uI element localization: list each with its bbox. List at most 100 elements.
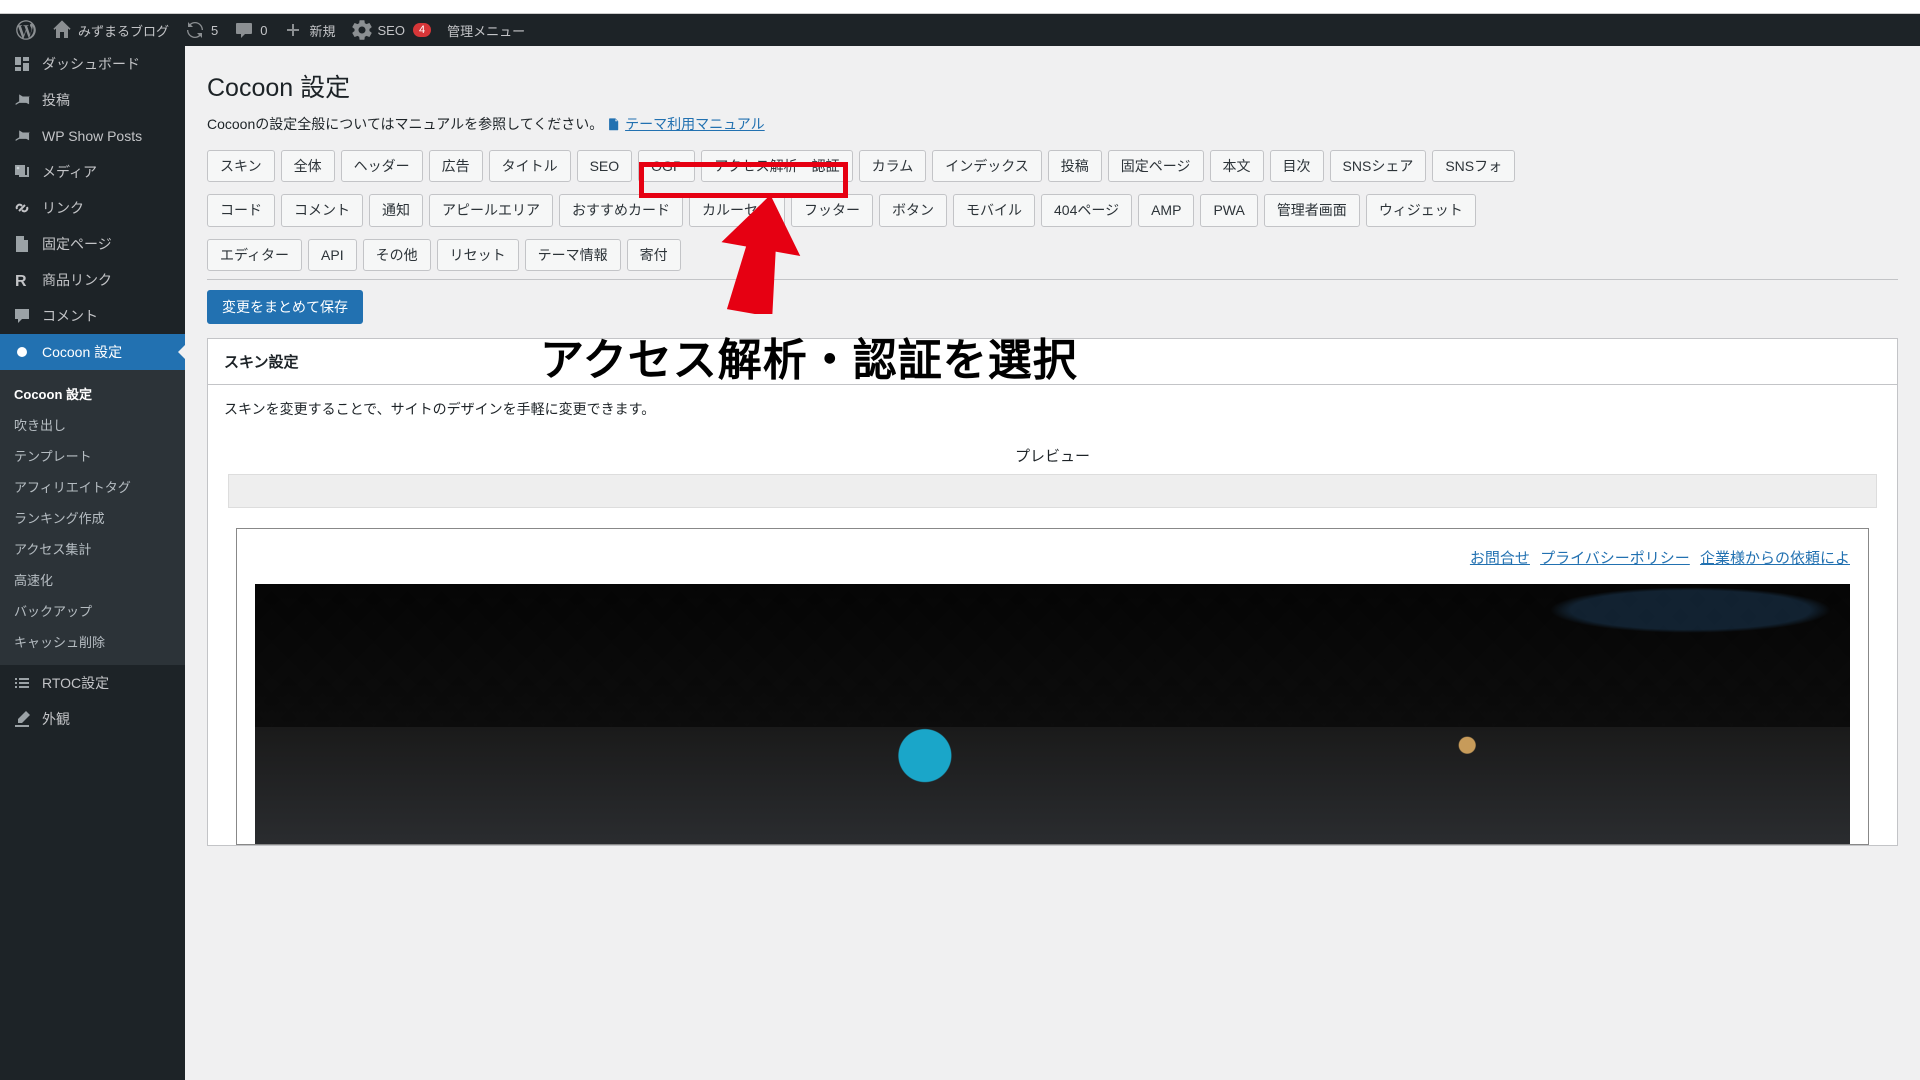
admin-menu-link[interactable]: 管理メニュー	[439, 14, 533, 46]
tab-コード[interactable]: コード	[207, 194, 275, 226]
tab-API[interactable]: API	[308, 239, 357, 271]
admin-sidebar: ダッシュボード投稿 WP Show Posts メディアリンク固定ページ R商品リンク…	[0, 46, 185, 1080]
sidebar-item-8[interactable]: Cocoon 設定	[0, 334, 185, 370]
sidebar-item-label: RTOC設定	[42, 673, 109, 693]
tab-カラム[interactable]: カラム	[859, 150, 927, 182]
tab-PWA[interactable]: PWA	[1200, 194, 1257, 226]
tab-SNSフォ[interactable]: SNSフォ	[1432, 150, 1515, 182]
tab-固定ページ[interactable]: 固定ページ	[1108, 150, 1204, 182]
admin-menu-label: 管理メニュー	[447, 21, 525, 40]
tab-エディター[interactable]: エディター	[207, 239, 302, 271]
sidebar-item-label: ダッシュボード	[42, 54, 140, 74]
tab-アクセス解析・認証[interactable]: アクセス解析・認証	[701, 150, 852, 182]
sidebar-subitem-6[interactable]: 高速化	[0, 564, 185, 595]
tab-スキン[interactable]: スキン	[207, 150, 275, 182]
comment-icon	[234, 20, 254, 40]
sidebar-item-label: Cocoon 設定	[42, 342, 122, 362]
sidebar-item-4[interactable]: リンク	[0, 190, 185, 226]
list-icon	[12, 673, 32, 693]
sidebar-item-9[interactable]: RTOC設定	[0, 665, 185, 701]
tab-広告[interactable]: 広告	[429, 150, 483, 182]
tab-404ページ[interactable]: 404ページ	[1041, 194, 1132, 226]
comments-link[interactable]: 0	[226, 14, 275, 46]
tab-投稿[interactable]: 投稿	[1048, 150, 1102, 182]
tab-AMP[interactable]: AMP	[1138, 194, 1194, 226]
sidebar-item-7[interactable]: コメント	[0, 298, 185, 334]
sidebar-subitem-5[interactable]: アクセス集計	[0, 533, 185, 564]
tab-その他[interactable]: その他	[363, 239, 431, 271]
sidebar-subitem-4[interactable]: ランキング作成	[0, 502, 185, 533]
sidebar-subitem-8[interactable]: キャッシュ削除	[0, 626, 185, 657]
tab-全体[interactable]: 全体	[281, 150, 335, 182]
sidebar-subitem-2[interactable]: テンプレート	[0, 440, 185, 471]
sidebar-item-label: WP Show Posts	[42, 128, 142, 144]
tab-ヘッダー[interactable]: ヘッダー	[341, 150, 423, 182]
help-text: Cocoonの設定全般についてはマニュアルを参照してください。 テーマ利用マニュ…	[207, 114, 1898, 134]
sidebar-subitem-1[interactable]: 吹き出し	[0, 409, 185, 440]
comment-icon	[12, 306, 32, 326]
sidebar-item-0[interactable]: ダッシュボード	[0, 46, 185, 82]
tab-SNSシェア[interactable]: SNSシェア	[1330, 150, 1427, 182]
tab-カルーセル[interactable]: カルーセル	[689, 194, 785, 226]
sidebar-item-10[interactable]: 外観	[0, 701, 185, 737]
media-icon	[12, 162, 32, 182]
sidebar-item-3[interactable]: メディア	[0, 154, 185, 190]
r-icon: R	[12, 270, 32, 290]
tab-インデックス[interactable]: インデックス	[932, 150, 1042, 182]
sidebar-item-6[interactable]: R商品リンク	[0, 262, 185, 298]
wp-logo[interactable]	[8, 14, 44, 46]
tab-おすすめカード[interactable]: おすすめカード	[559, 194, 683, 226]
new-content-link[interactable]: 新規	[275, 14, 343, 46]
tab-OGP[interactable]: OGP	[638, 150, 695, 182]
tab-目次[interactable]: 目次	[1270, 150, 1324, 182]
preview-frame: お問合せ プライバシーポリシー 企業様からの依頼によ	[236, 528, 1869, 845]
new-label: 新規	[309, 21, 335, 40]
tab-タイトル[interactable]: タイトル	[489, 150, 571, 182]
sidebar-item-label: メディア	[42, 162, 97, 182]
manual-link[interactable]: テーマ利用マニュアル	[625, 116, 765, 132]
tab-寄付[interactable]: 寄付	[627, 239, 681, 271]
dashboard-icon	[12, 54, 32, 74]
sidebar-subitem-7[interactable]: バックアップ	[0, 595, 185, 626]
preview-link-privacy[interactable]: プライバシーポリシー	[1540, 550, 1690, 567]
refresh-icon	[185, 20, 205, 40]
preview-placeholder-bar	[228, 474, 1877, 508]
sidebar-item-1[interactable]: 投稿	[0, 82, 185, 118]
preview-link-contact[interactable]: お問合せ	[1470, 550, 1530, 567]
tab-本文[interactable]: 本文	[1210, 150, 1264, 182]
tab-ボタン[interactable]: ボタン	[879, 194, 947, 226]
tab-通知[interactable]: 通知	[369, 194, 423, 226]
sidebar-subitem-3[interactable]: アフィリエイトタグ	[0, 471, 185, 502]
tab-リセット[interactable]: リセット	[437, 239, 519, 271]
document-icon	[607, 117, 621, 134]
preview-nav-links: お問合せ プライバシーポリシー 企業様からの依頼によ	[255, 545, 1850, 584]
tab-SEO[interactable]: SEO	[577, 150, 633, 182]
site-name-link[interactable]: みずまるブログ	[44, 14, 177, 46]
updates-link[interactable]: 5	[177, 14, 226, 46]
updates-count: 5	[211, 23, 218, 38]
pin-icon	[12, 126, 32, 146]
seo-badge: 4	[413, 23, 431, 37]
sidebar-item-label: 固定ページ	[42, 234, 112, 254]
tab-管理者画面[interactable]: 管理者画面	[1264, 194, 1360, 226]
seo-link[interactable]: SEO 4	[344, 14, 440, 46]
brush-icon	[12, 709, 32, 729]
tab-フッター[interactable]: フッター	[791, 194, 873, 226]
tab-テーマ情報[interactable]: テーマ情報	[525, 239, 621, 271]
tab-コメント[interactable]: コメント	[281, 194, 363, 226]
sidebar-submenu: Cocoon 設定吹き出しテンプレートアフィリエイトタグランキング作成アクセス集…	[0, 370, 185, 665]
site-name-label: みずまるブログ	[78, 21, 169, 40]
comments-count: 0	[260, 23, 267, 38]
tab-ウィジェット[interactable]: ウィジェット	[1366, 194, 1476, 226]
tab-アピールエリア[interactable]: アピールエリア	[429, 194, 553, 226]
tab-モバイル[interactable]: モバイル	[953, 194, 1035, 226]
preview-link-business[interactable]: 企業様からの依頼によ	[1700, 550, 1850, 567]
sidebar-subitem-0[interactable]: Cocoon 設定	[0, 378, 185, 409]
svg-text:R: R	[15, 273, 27, 290]
pin-icon	[12, 90, 32, 110]
sidebar-item-5[interactable]: 固定ページ	[0, 226, 185, 262]
sidebar-item-2[interactable]: WP Show Posts	[0, 118, 185, 154]
settings-tabs: スキン全体ヘッダー広告タイトルSEOOGPアクセス解析・認証カラムインデックス投…	[207, 150, 1898, 280]
save-button[interactable]: 変更をまとめて保存	[207, 290, 363, 324]
seo-label: SEO	[378, 23, 405, 38]
